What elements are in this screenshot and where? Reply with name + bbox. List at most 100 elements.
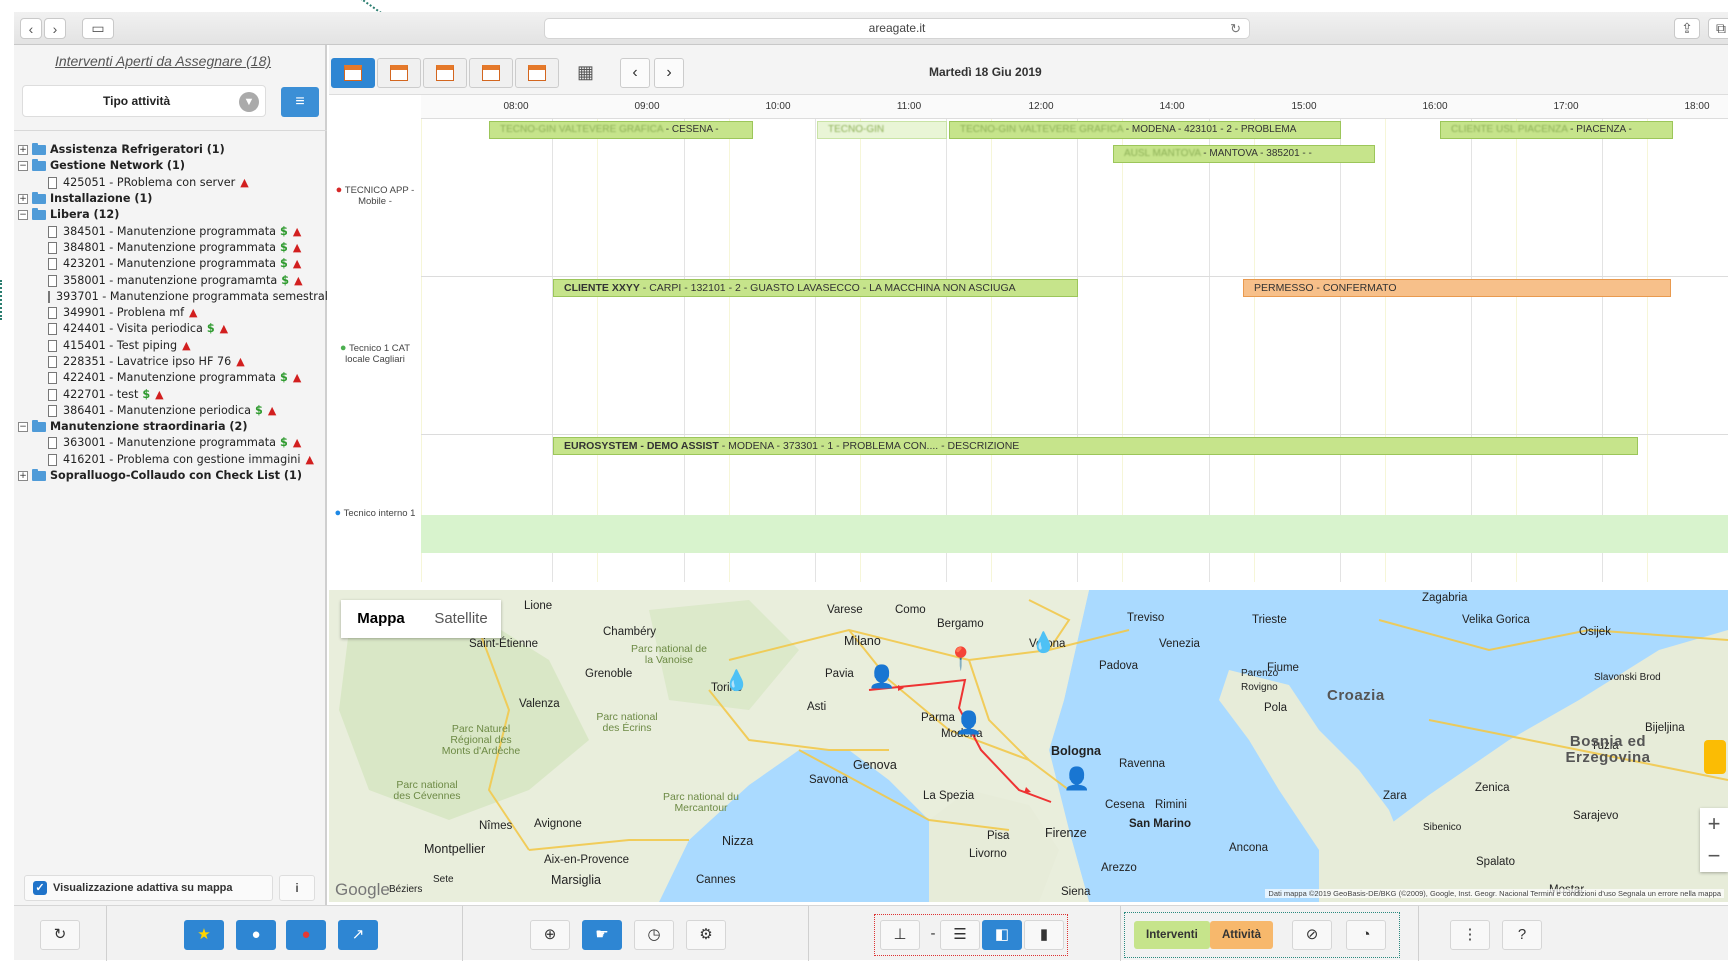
view-month-button[interactable]: [515, 58, 559, 88]
calendar-event[interactable]: TECNO-GIN VALTEVERE GRAFICA - CESENA -: [489, 121, 753, 139]
clock-button[interactable]: ◷: [634, 920, 674, 950]
drop-marker-button[interactable]: ●: [236, 920, 276, 950]
calendar-toolbar: ▦ ‹ › Martedì 18 Giu 2019: [329, 45, 1728, 95]
hour-label: 16:00: [1422, 101, 1448, 112]
technician-marker-icon[interactable]: 👤: [955, 710, 982, 736]
tree-item[interactable]: 386401 - Manutenzione periodica $ ▲: [18, 403, 327, 419]
calendar-event[interactable]: TECNO-GIN: [817, 121, 947, 139]
zoom-out-button[interactable]: −: [1700, 840, 1728, 872]
tree-item[interactable]: 349901 - Problena mf ▲: [18, 305, 327, 321]
tree-item[interactable]: 423201 - Manutenzione programmata $ ▲: [18, 256, 327, 272]
satellite-tab[interactable]: Satellite: [421, 600, 501, 638]
region-label: Parc national des Cévennes: [393, 779, 461, 802]
calendar-event[interactable]: EUROSYSTEM - DEMO ASSIST - MODENA - 3733…: [553, 437, 1638, 455]
settings-button[interactable]: ⚙: [686, 920, 726, 950]
reload-icon[interactable]: ↻: [1230, 19, 1241, 38]
tree-item[interactable]: 384501 - Manutenzione programmata $ ▲: [18, 223, 327, 239]
panel-title[interactable]: Interventi Aperti da Assegnare (18): [14, 53, 312, 69]
history-button[interactable]: ◔: [1346, 920, 1386, 950]
hierarchy-button[interactable]: ⊥: [880, 920, 920, 950]
tree-item[interactable]: 415401 - Test piping ▲: [18, 338, 327, 354]
expand-icon[interactable]: +: [18, 194, 28, 205]
tree-category[interactable]: − Gestione Network (1): [18, 158, 327, 174]
resource-row-label[interactable]: ● Tecnico interno 1: [329, 508, 421, 520]
expand-icon[interactable]: +: [18, 471, 28, 482]
zoom-in-button[interactable]: +: [1700, 808, 1728, 840]
collapse-icon[interactable]: −: [18, 161, 28, 172]
tree-category[interactable]: + Sopralluogo-Collaudo con Check List (1): [18, 468, 327, 484]
expand-icon[interactable]: +: [18, 145, 28, 156]
calendar-event[interactable]: AUSL MANTOVA - MANTOVA - 385201 - -: [1113, 145, 1375, 163]
hand-pointer-button[interactable]: ☛: [582, 920, 622, 950]
calendar-grid-icon[interactable]: ▦: [577, 62, 594, 83]
calendar-event[interactable]: TECNO-GIN VALTEVERE GRAFICA - MODENA - 4…: [949, 121, 1341, 139]
prev-day-button[interactable]: ‹: [620, 58, 650, 88]
resource-row-label[interactable]: ● Tecnico 1 CAT locale Cagliari: [329, 343, 421, 366]
layers-button[interactable]: ◧: [982, 920, 1022, 950]
tree-category[interactable]: − Manutenzione straordinaria (2): [18, 419, 327, 435]
tree-category[interactable]: + Assistenza Refrigeratori (1): [18, 142, 327, 158]
info-button[interactable]: i: [279, 875, 315, 901]
tree-item[interactable]: 358001 - manutenzione programamta $ ▲: [18, 272, 327, 288]
forward-button[interactable]: ›: [44, 18, 66, 39]
technician-marker-icon[interactable]: 👤: [1063, 766, 1090, 792]
tree-item[interactable]: 425051 - PRoblema con server ▲: [18, 175, 327, 191]
pin-button[interactable]: ●: [286, 920, 326, 950]
calendar-event[interactable]: CLIENTE USL PIACENZA - PIACENZA -: [1440, 121, 1673, 139]
help-button[interactable]: ?: [1502, 920, 1542, 950]
view-day-button[interactable]: [331, 58, 375, 88]
map-label: Siena: [1061, 886, 1091, 898]
share-button[interactable]: ⇪: [1674, 18, 1700, 39]
tree-item[interactable]: 363001 - Manutenzione programmata $ ▲: [18, 435, 327, 451]
tabs-button[interactable]: ⧉: [1708, 18, 1728, 39]
calendar-event[interactable]: PERMESSO - CONFERMATO: [1243, 279, 1671, 297]
tree-item[interactable]: 422701 - test $ ▲: [18, 386, 327, 402]
map-attribution[interactable]: Dati mappa ©2019 GeoBasis-DE/BKG (©2009)…: [1265, 889, 1724, 898]
interventi-legend[interactable]: Interventi: [1134, 921, 1210, 949]
tree-item[interactable]: 424401 - Visita periodica $ ▲: [18, 321, 327, 337]
tree-item[interactable]: 384801 - Manutenzione programmata $ ▲: [18, 240, 327, 256]
collapse-icon[interactable]: −: [18, 422, 28, 433]
tree-category[interactable]: + Installazione (1): [18, 191, 327, 207]
view-3day-button[interactable]: [377, 58, 421, 88]
map-view-button[interactable]: ▮: [1024, 920, 1064, 950]
map-tab[interactable]: Mappa: [341, 600, 421, 638]
technician-marker-icon[interactable]: 👤: [868, 664, 895, 690]
resource-row-label[interactable]: ● TECNICO APP - Mobile -: [329, 185, 421, 208]
timer-button[interactable]: ⊘: [1292, 920, 1332, 950]
filters-button[interactable]: ☰: [940, 920, 980, 950]
technician-marker-icon[interactable]: 💧: [1031, 630, 1056, 655]
collapse-icon[interactable]: −: [18, 210, 28, 221]
address-bar[interactable]: areagate.it ↻: [544, 18, 1250, 39]
tree-item[interactable]: 393701 - Manutenzione programmata semest…: [18, 289, 327, 305]
adaptive-map-toggle[interactable]: ✓ Visualizzazione adattiva su mappa: [24, 875, 273, 901]
tree-item-label: 423201 - Manutenzione programmata: [63, 257, 277, 271]
back-button[interactable]: ‹: [20, 18, 42, 39]
tree-item[interactable]: 416201 - Problema con gestione immagini ▲: [18, 452, 327, 468]
add-button[interactable]: ⊕: [530, 920, 570, 950]
dollar-icon: $: [142, 387, 151, 401]
next-day-button[interactable]: ›: [654, 58, 684, 88]
favorites-button[interactable]: ★: [184, 920, 224, 950]
refresh-button[interactable]: ↻: [40, 920, 80, 950]
tree-category-label: Libera (12): [50, 208, 120, 222]
checkbox-checked-icon[interactable]: ✓: [33, 881, 47, 895]
attivita-legend[interactable]: Attività: [1210, 921, 1273, 949]
list-menu-button[interactable]: ≡: [281, 87, 319, 117]
technician-marker-icon[interactable]: 💧: [724, 668, 749, 693]
sidebar-toggle-button[interactable]: ▭: [82, 18, 114, 39]
view-2week-button[interactable]: [469, 58, 513, 88]
street-view-icon[interactable]: [1704, 740, 1726, 774]
document-icon: [48, 323, 57, 336]
map-pin-icon[interactable]: 📍: [947, 646, 974, 672]
activity-type-select[interactable]: Tipo attività ▼: [22, 85, 266, 117]
tree-item[interactable]: 422401 - Manutenzione programmata $ ▲: [18, 370, 327, 386]
view-week-button[interactable]: [423, 58, 467, 88]
calendar-event[interactable]: CLIENTE XXYY - CARPI - 132101 - 2 - GUAS…: [553, 279, 1078, 297]
tree-item[interactable]: 228351 - Lavatrice ipso HF 76 ▲: [18, 354, 327, 370]
tree-category[interactable]: − Libera (12): [18, 207, 327, 223]
map-view[interactable]: Mappa Satellite Lione Varese Como Bergam…: [329, 590, 1728, 902]
browser-toolbar: ‹ › ▭ areagate.it ↻ ⇪ ⧉: [14, 12, 1728, 45]
route-button[interactable]: ↗: [338, 920, 378, 950]
more-options-button[interactable]: ⋮: [1450, 920, 1490, 950]
